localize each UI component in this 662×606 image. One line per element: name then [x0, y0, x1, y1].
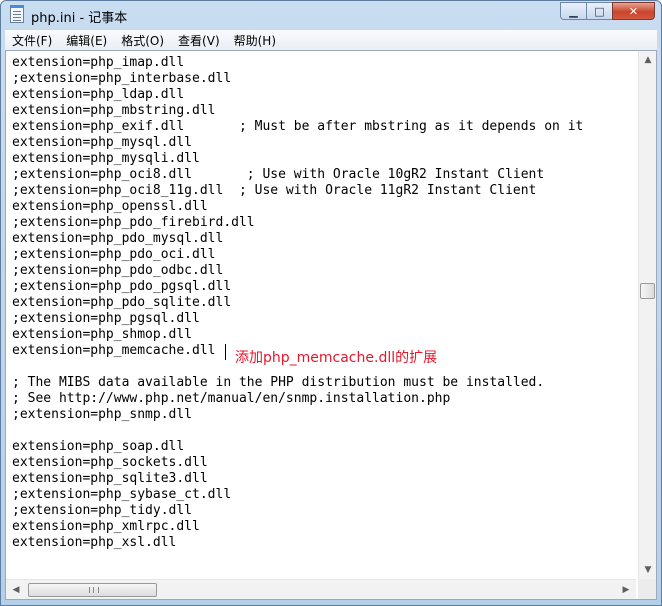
- title-bar[interactable]: php.ini - 记事本 ▁ □ ✕: [1, 1, 661, 30]
- code-line: extension=php_ldap.dll: [12, 87, 185, 102]
- grip-icon: [89, 587, 99, 593]
- window-title: php.ini - 记事本: [31, 11, 128, 26]
- code-line: ;extension=php_tidy.dll: [12, 503, 193, 518]
- vertical-scroll-thumb[interactable]: [640, 283, 655, 299]
- menu-view[interactable]: 查看(V): [171, 32, 227, 49]
- menu-edit[interactable]: 编辑(E): [59, 32, 114, 49]
- code-line: extension=php_openssl.dll: [12, 199, 208, 214]
- code-line: extension=php_pdo_sqlite.dll: [12, 295, 232, 310]
- scroll-left-icon[interactable]: ◀: [8, 582, 24, 598]
- menu-format[interactable]: 格式(O): [114, 32, 171, 49]
- close-button[interactable]: ✕: [612, 2, 655, 20]
- minimize-button[interactable]: ▁: [560, 2, 586, 20]
- code-line: extension=php_mysql.dll: [12, 135, 193, 150]
- code-line: extension=php_xsl.dll: [12, 535, 177, 550]
- scroll-up-icon[interactable]: ▲: [640, 52, 656, 68]
- maximize-icon: □: [594, 4, 605, 18]
- code-line: ;extension=php_pgsql.dll: [12, 311, 200, 326]
- code-line: ;extension=php_pdo_odbc.dll: [12, 263, 224, 278]
- code-line: ;extension=php_interbase.dll: [12, 71, 232, 86]
- annotation-label: 添加php_memcache.dll的扩展: [235, 350, 438, 366]
- minimize-icon: ▁: [569, 4, 578, 18]
- scroll-right-icon[interactable]: ▶: [618, 582, 634, 598]
- code-line: ; The MIBS data available in the PHP dis…: [12, 375, 545, 390]
- window-controls: ▁ □ ✕: [560, 2, 655, 21]
- code-line: ;extension=php_pdo_oci.dll: [12, 247, 216, 262]
- code-line: ;extension=php_oci8_11g.dll ; Use with O…: [12, 183, 537, 198]
- code-line: extension=php_xmlrpc.dll: [12, 519, 200, 534]
- maximize-button[interactable]: □: [586, 2, 612, 20]
- horizontal-scroll-thumb[interactable]: [28, 583, 157, 597]
- code-line: ;extension=php_pdo_firebird.dll: [12, 215, 255, 230]
- code-line: extension=php_exif.dll ; Must be after m…: [12, 119, 584, 134]
- menu-bar: 文件(F) 编辑(E) 格式(O) 查看(V) 帮助(H): [5, 30, 657, 50]
- code-line: ;extension=php_oci8.dll ; Use with Oracl…: [12, 167, 545, 182]
- text-area[interactable]: extension=php_imap.dll ;extension=php_int…: [6, 51, 636, 579]
- close-icon: ✕: [628, 4, 639, 18]
- text-caret: [225, 344, 226, 360]
- code-line: extension=php_soap.dll: [12, 439, 185, 454]
- code-line: extension=php_mysqli.dll: [12, 151, 200, 166]
- menu-help[interactable]: 帮助(H): [227, 32, 283, 49]
- code-line: extension=php_shmop.dll: [12, 327, 193, 342]
- code-line: extension=php_mbstring.dll: [12, 103, 216, 118]
- code-line: extension=php_imap.dll: [12, 55, 185, 70]
- file-content[interactable]: extension=php_imap.dll ;extension=php_int…: [12, 55, 583, 551]
- resize-corner: [638, 579, 656, 599]
- code-line: ; See http://www.php.net/manual/en/snmp.…: [12, 391, 451, 406]
- horizontal-scrollbar[interactable]: ◀ ▶: [6, 579, 636, 599]
- scroll-down-icon[interactable]: ▼: [640, 562, 656, 578]
- vertical-scrollbar[interactable]: ▲ ▼: [638, 51, 656, 579]
- code-line: ;extension=php_snmp.dll: [12, 407, 193, 422]
- code-line: extension=php_sqlite3.dll: [12, 471, 208, 486]
- notepad-window: php.ini - 记事本 ▁ □ ✕ 文件(F) 编辑(E) 格式(O) 查看…: [0, 0, 662, 606]
- menu-file[interactable]: 文件(F): [5, 32, 59, 49]
- code-line: extension=php_sockets.dll: [12, 455, 208, 470]
- editor-frame: extension=php_imap.dll ;extension=php_int…: [5, 50, 657, 600]
- notepad-icon: [10, 5, 24, 23]
- code-line: extension=php_pdo_mysql.dll: [12, 231, 224, 246]
- code-line: ;extension=php_pdo_pgsql.dll: [12, 279, 232, 294]
- code-line: ;extension=php_sybase_ct.dll: [12, 487, 232, 502]
